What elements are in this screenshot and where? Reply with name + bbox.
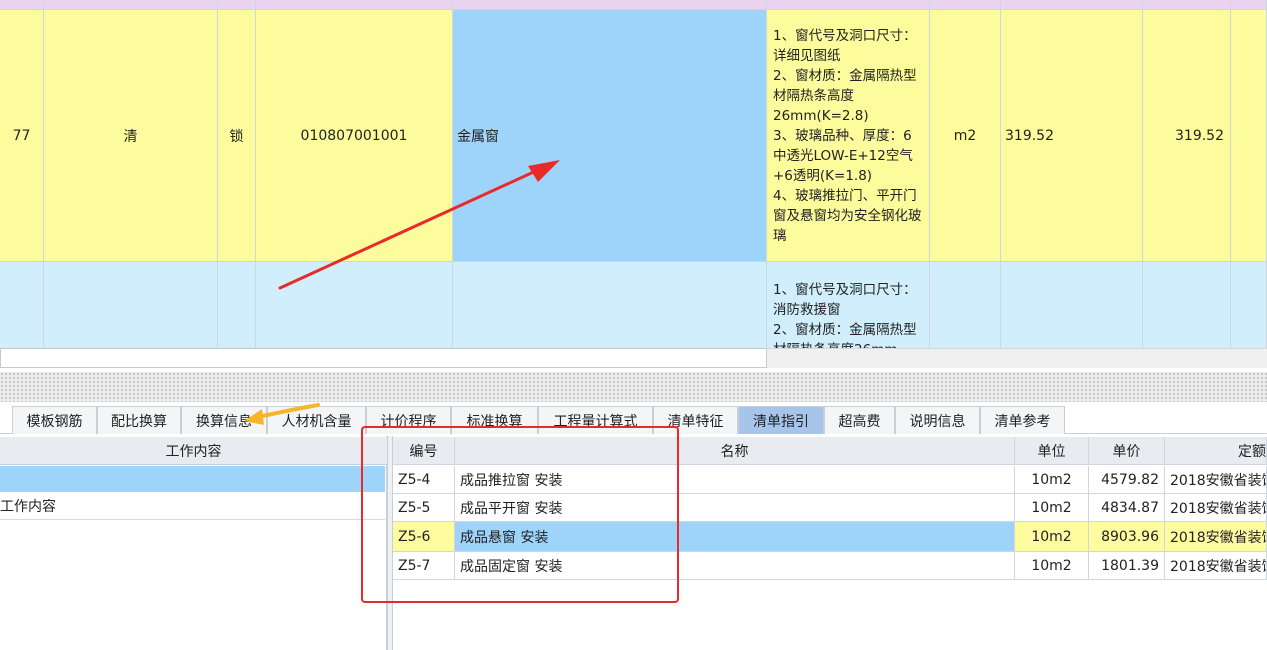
row-lock[interactable]: 锁 xyxy=(218,10,256,262)
row-description[interactable]: 1、窗代号及洞口尺寸：消防救援窗2、窗材质：金属隔热型材隔热条高度26mm xyxy=(767,262,930,348)
tab-conversion-info[interactable]: 换算信息 xyxy=(181,406,267,434)
header-cell xyxy=(1143,0,1231,10)
tab-super-height-fee[interactable]: 超高费 xyxy=(824,406,895,434)
header-cell xyxy=(218,0,256,10)
header-cell xyxy=(0,0,44,10)
work-content-row[interactable]: 工作内容 xyxy=(0,493,385,520)
work-content-header: 工作内容 xyxy=(0,437,387,465)
quota-library: 2018安徽省装饰 xyxy=(1165,466,1267,494)
row-unit xyxy=(930,262,1001,348)
quota-price: 8903.96 xyxy=(1089,522,1165,552)
quota-library: 2018安徽省装饰 xyxy=(1165,552,1267,580)
quota-unit: 10m2 xyxy=(1015,552,1089,580)
row-category xyxy=(44,262,218,348)
col-unit-header[interactable]: 单位 xyxy=(1015,437,1089,465)
row-total-quantity[interactable]: 319.52 xyxy=(1143,10,1231,262)
boq-row-77[interactable]: 77 清 锁 010807001001 金属窗 1、窗代号及洞口尺寸：详细见图纸… xyxy=(0,10,1267,262)
quota-unit: 10m2 xyxy=(1015,466,1089,494)
row-unit[interactable]: m2 xyxy=(930,10,1001,262)
row-quantity xyxy=(1001,262,1143,348)
row-code[interactable]: 010807001001 xyxy=(256,10,453,262)
panel-splitter[interactable] xyxy=(0,372,1267,402)
header-cell xyxy=(930,0,1001,10)
boq-grid: 77 清 锁 010807001001 金属窗 1、窗代号及洞口尺寸：详细见图纸… xyxy=(0,0,1267,348)
row-quantity[interactable]: 319.52 xyxy=(1001,10,1143,262)
tab-template-rebar[interactable]: 模板钢筋 xyxy=(12,406,97,434)
row-name[interactable]: 金属窗 xyxy=(453,10,767,262)
header-cell xyxy=(256,0,453,10)
tab-labor-material-machine[interactable]: 人材机含量 xyxy=(267,406,366,434)
quota-price: 4579.82 xyxy=(1089,466,1165,494)
quota-library: 2018安徽省装饰 xyxy=(1165,494,1267,522)
header-cell xyxy=(1231,0,1267,10)
quota-unit: 10m2 xyxy=(1015,494,1089,522)
tab-list-reference[interactable]: 清单参考 xyxy=(980,406,1065,434)
header-cell xyxy=(767,0,930,10)
row-lock xyxy=(218,262,256,348)
col-price-header[interactable]: 单价 xyxy=(1089,437,1165,465)
row-description[interactable]: 1、窗代号及洞口尺寸：详细见图纸 2、窗材质：金属隔热型材隔热条高度26mm(K=… xyxy=(767,10,930,262)
row-name xyxy=(453,262,767,348)
header-cell xyxy=(453,0,767,10)
row-seq xyxy=(0,262,44,348)
quota-library: 2018安徽省装饰 xyxy=(1165,522,1267,552)
red-box-annotation xyxy=(361,426,679,603)
row-total-quantity xyxy=(1143,262,1231,348)
header-cell xyxy=(1001,0,1143,10)
tab-description-info[interactable]: 说明信息 xyxy=(895,406,980,434)
horizontal-scrollbar[interactable] xyxy=(0,348,767,368)
tab-ratio-conversion[interactable]: 配比换算 xyxy=(97,406,181,434)
col-quota-header[interactable]: 定额 xyxy=(1165,437,1267,465)
boq-row-next[interactable]: 1、窗代号及洞口尺寸：消防救援窗2、窗材质：金属隔热型材隔热条高度26mm xyxy=(0,262,1267,348)
boq-header-row xyxy=(0,0,1267,10)
row-category: 清 xyxy=(44,10,218,262)
quota-unit: 10m2 xyxy=(1015,522,1089,552)
quota-price: 1801.39 xyxy=(1089,552,1165,580)
header-cell xyxy=(44,0,218,10)
scrollbar-track xyxy=(767,348,1267,368)
quota-price: 4834.87 xyxy=(1089,494,1165,522)
work-content-row-selected[interactable] xyxy=(0,466,385,492)
tab-list-guide[interactable]: 清单指引 xyxy=(738,406,824,434)
row-code xyxy=(256,262,453,348)
row-extra xyxy=(1231,10,1267,262)
row-seq: 77 xyxy=(0,10,44,262)
row-extra xyxy=(1231,262,1267,348)
